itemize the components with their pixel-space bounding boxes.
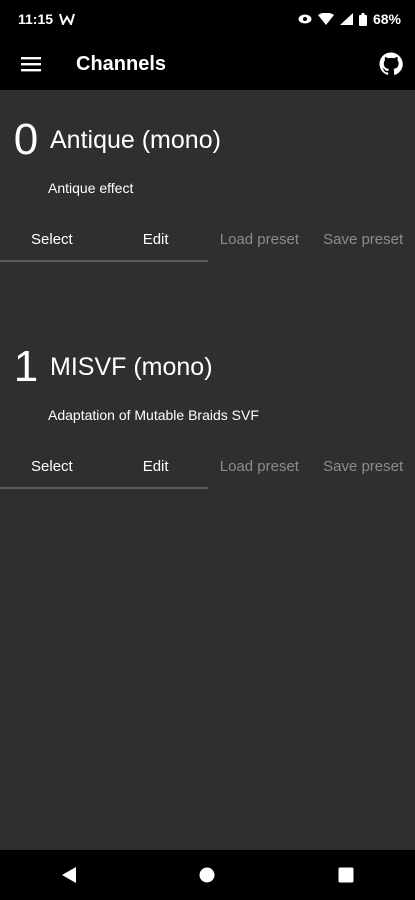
battery-percent: 68%: [372, 11, 401, 27]
select-button[interactable]: Select: [0, 447, 104, 487]
app-bar: Channels: [0, 38, 415, 90]
channel-number: 0: [13, 115, 39, 164]
actions-divider: [0, 260, 208, 262]
wifi-icon: [317, 13, 334, 25]
status-bar: 11:15 68%: [0, 0, 415, 38]
page-title: Channels: [76, 52, 167, 75]
edit-button[interactable]: Edit: [104, 220, 208, 260]
status-time: 11:15: [18, 11, 54, 27]
notification-icon: [59, 13, 76, 25]
channel-name: Antique (mono): [50, 125, 221, 154]
recents-icon[interactable]: [338, 867, 354, 883]
channel-card-1: 1 MISVF (mono) Adaptation of Mutable Bra…: [0, 337, 415, 489]
eye-icon: [298, 14, 312, 24]
channel-description: Adaptation of Mutable Braids SVF: [48, 407, 259, 423]
select-button[interactable]: Select: [0, 220, 104, 260]
channel-card-0: 0 Antique (mono) Antique effect Select E…: [0, 110, 415, 262]
actions-divider: [0, 487, 208, 489]
home-icon[interactable]: [199, 867, 215, 883]
channel-description: Antique effect: [48, 180, 134, 196]
menu-button[interactable]: [2, 38, 60, 90]
github-button[interactable]: [377, 50, 405, 78]
menu-icon: [21, 57, 41, 72]
load-preset-button[interactable]: Load preset: [208, 447, 312, 487]
channel-actions: Select Edit Load preset Save preset: [0, 220, 415, 262]
channel-name: MISVF (mono): [50, 352, 213, 381]
load-preset-button[interactable]: Load preset: [208, 220, 312, 260]
github-icon: [379, 52, 403, 75]
navigation-bar: [0, 850, 415, 900]
channel-actions: Select Edit Load preset Save preset: [0, 447, 415, 489]
save-preset-button[interactable]: Save preset: [311, 220, 415, 260]
channel-number: 1: [13, 342, 39, 391]
back-icon[interactable]: [61, 866, 77, 884]
signal-icon: [339, 13, 353, 25]
save-preset-button[interactable]: Save preset: [311, 447, 415, 487]
edit-button[interactable]: Edit: [104, 447, 208, 487]
battery-icon: [358, 12, 367, 26]
